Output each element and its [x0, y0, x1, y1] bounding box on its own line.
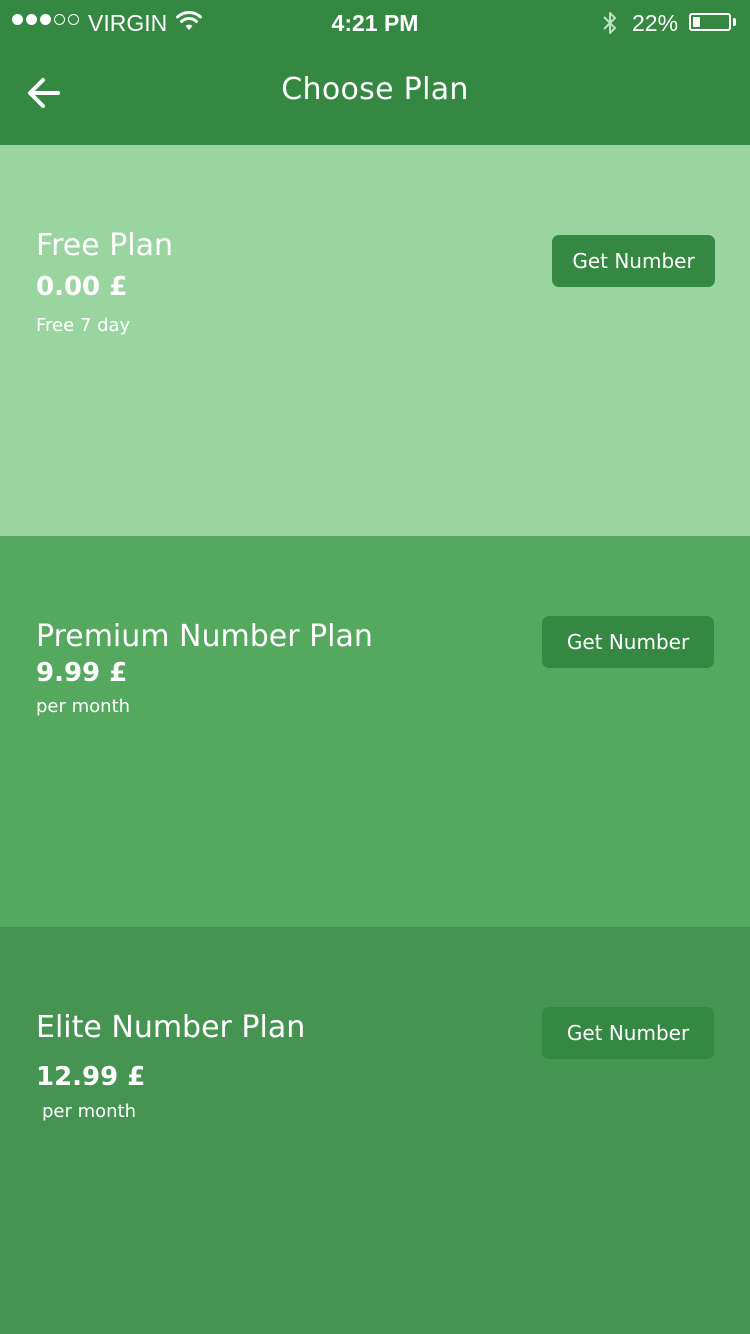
bluetooth-icon	[603, 12, 616, 34]
plan-name: Free Plan	[36, 228, 174, 263]
get-number-button[interactable]: Get Number	[552, 235, 715, 287]
plan-note: per month	[42, 1101, 137, 1122]
battery-icon	[689, 13, 731, 31]
plan-price: 9.99 £	[36, 658, 128, 688]
plan-note: Free 7 day	[36, 315, 131, 336]
plan-note: per month	[36, 696, 131, 717]
battery-percentage: 22%	[632, 10, 679, 36]
battery-fill	[693, 17, 701, 27]
battery-tip	[733, 18, 736, 26]
status-bar: VIRGIN 4:21 PM 22%	[0, 0, 750, 46]
get-number-button[interactable]: Get Number	[542, 1007, 714, 1059]
plan-card-free: Free Plan 0.00 £ Free 7 day Get Number	[0, 145, 750, 536]
plan-price: 12.99 £	[36, 1062, 146, 1092]
plan-card-elite: Elite Number Plan 12.99 £ per month Get …	[0, 927, 750, 1334]
plan-name: Elite Number Plan	[36, 1010, 306, 1045]
page-title: Choose Plan	[281, 72, 469, 107]
plan-price: 0.00 £	[36, 272, 128, 302]
plan-card-premium: Premium Number Plan 9.99 £ per month Get…	[0, 536, 750, 927]
get-number-button[interactable]: Get Number	[542, 616, 714, 668]
plan-name: Premium Number Plan	[36, 619, 373, 654]
app-header: VIRGIN 4:21 PM 22% Choose Plan	[0, 0, 750, 145]
